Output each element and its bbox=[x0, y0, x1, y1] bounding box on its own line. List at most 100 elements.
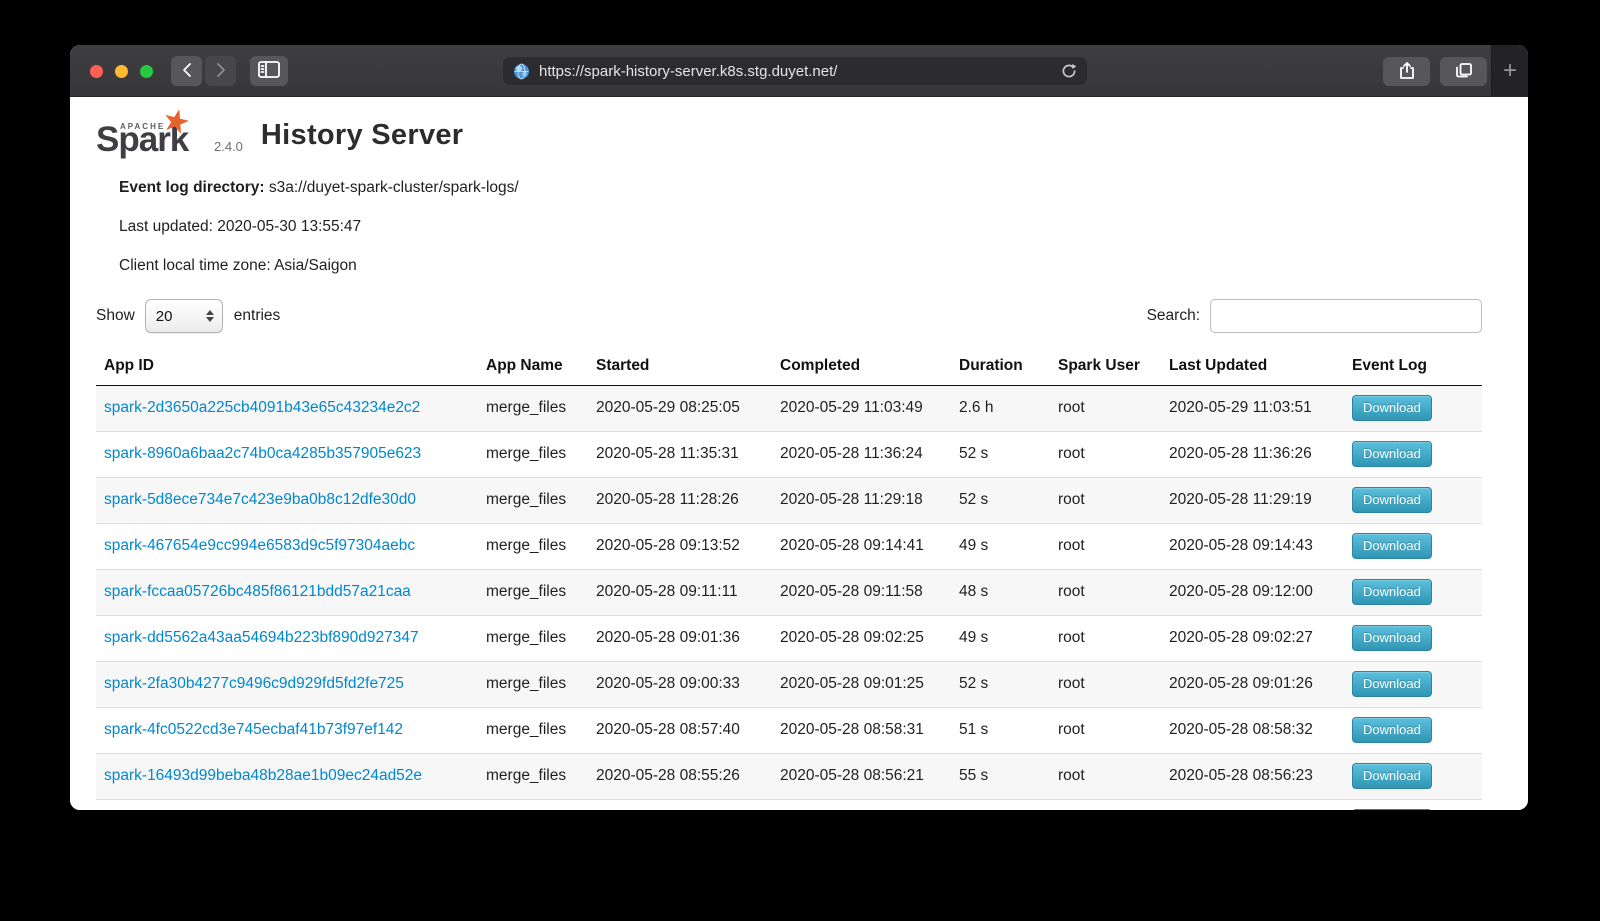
table-row: spark-5d8ece734e7c423e9ba0b8c12dfe30d0 me… bbox=[96, 478, 1482, 524]
cell-duration: 52 s bbox=[951, 432, 1050, 478]
download-button[interactable]: Download bbox=[1352, 487, 1432, 513]
close-window-button[interactable] bbox=[90, 65, 103, 78]
cell-completed: 2020-05-28 09:02:25 bbox=[772, 616, 951, 662]
new-tab-button[interactable]: + bbox=[1491, 45, 1528, 97]
table-header-row: App IDApp NameStartedCompletedDurationSp… bbox=[96, 350, 1482, 386]
cell-last-updated: 2020-05-28 09:14:43 bbox=[1161, 524, 1344, 570]
share-button[interactable] bbox=[1383, 57, 1430, 86]
spark-star-icon: ★ bbox=[158, 99, 195, 143]
table-row: spark-2fa30b4277c9496c9d929fd5fd2fe725me… bbox=[96, 662, 1482, 708]
back-button[interactable] bbox=[171, 56, 202, 86]
search-label: Search: bbox=[1147, 307, 1200, 325]
browser-titlebar: https://spark-history-server.k8s.stg.duy… bbox=[70, 45, 1528, 97]
cell-duration: 48 s bbox=[951, 570, 1050, 616]
reload-icon[interactable] bbox=[1061, 63, 1077, 79]
cell-app-id: spark-fccaa05726bc485f86121bdd57a21caa bbox=[96, 570, 478, 616]
last-updated-line: Last updated: 2020-05-30 13:55:47 bbox=[119, 218, 1528, 236]
forward-button[interactable] bbox=[205, 56, 236, 86]
download-button[interactable]: Download bbox=[1352, 441, 1432, 467]
cell-app-name: merge_files bbox=[478, 800, 588, 811]
column-header-app-id[interactable]: App ID bbox=[96, 350, 478, 386]
cell-duration: 55 s bbox=[951, 754, 1050, 800]
cell-last-updated: 2020-05-28 11:29:19 bbox=[1161, 478, 1344, 524]
entries-select[interactable]: 20 bbox=[145, 299, 223, 333]
table-row: spark-8960a6baa2c74b0ca4285b357905e623me… bbox=[96, 432, 1482, 478]
app-id-link[interactable]: spark-2d3650a225cb4091b43e65c43234e2c2 bbox=[104, 399, 420, 416]
event-log-directory-label: Event log directory: bbox=[119, 179, 265, 196]
cell-event-log: Download bbox=[1344, 524, 1482, 570]
column-header-duration[interactable]: Duration bbox=[951, 350, 1050, 386]
minimize-window-button[interactable] bbox=[115, 65, 128, 78]
cell-app-id: spark-4fc0522cd3e745ecbaf41b73f97ef142 bbox=[96, 708, 478, 754]
download-button[interactable]: Download bbox=[1352, 717, 1432, 743]
cell-spark-user: root bbox=[1050, 662, 1161, 708]
address-bar[interactable]: https://spark-history-server.k8s.stg.duy… bbox=[503, 57, 1087, 85]
cell-event-log: Download bbox=[1344, 386, 1482, 432]
cell-app-name: merge_files bbox=[478, 386, 588, 432]
app-id-link[interactable]: spark-8960a6baa2c74b0ca4285b357905e623 bbox=[104, 445, 421, 462]
chevron-left-icon bbox=[181, 62, 193, 81]
download-button[interactable]: Download bbox=[1352, 395, 1432, 421]
cell-started: 2020-05-29 08:25:05 bbox=[588, 386, 772, 432]
download-button[interactable]: Download bbox=[1352, 809, 1432, 810]
sidebar-toggle-button[interactable] bbox=[250, 56, 288, 86]
cell-duration: 49 s bbox=[951, 524, 1050, 570]
select-stepper-icon bbox=[206, 310, 214, 322]
cell-spark-user: root bbox=[1050, 386, 1161, 432]
column-header-event-log[interactable]: Event Log bbox=[1344, 350, 1482, 386]
app-id-link[interactable]: spark-2fa30b4277c9496c9d929fd5fd2fe725 bbox=[104, 675, 404, 692]
cell-started: 2020-05-28 09:00:33 bbox=[588, 662, 772, 708]
cell-app-name: merge_files bbox=[478, 478, 588, 524]
cell-app-id: spark-2d3650a225cb4091b43e65c43234e2c2 bbox=[96, 386, 478, 432]
entries-label: entries bbox=[234, 307, 281, 325]
cell-app-name: merge_files bbox=[478, 754, 588, 800]
timezone-line: Client local time zone: Asia/Saigon bbox=[119, 257, 1528, 275]
column-header-app-name[interactable]: App Name bbox=[478, 350, 588, 386]
cell-event-log: Download bbox=[1344, 754, 1482, 800]
cell-duration: 51 s bbox=[951, 708, 1050, 754]
cell-event-log: Download bbox=[1344, 616, 1482, 662]
cell-app-name: merge_files bbox=[478, 708, 588, 754]
tab-overview-button[interactable] bbox=[1440, 57, 1487, 86]
cell-started: 2020-05-28 08:54:10 bbox=[588, 800, 772, 811]
show-label: Show bbox=[96, 307, 135, 325]
download-button[interactable]: Download bbox=[1352, 671, 1432, 697]
cell-completed: 2020-05-29 11:03:49 bbox=[772, 386, 951, 432]
column-header-completed[interactable]: Completed bbox=[772, 350, 951, 386]
column-header-last-updated[interactable]: Last Updated bbox=[1161, 350, 1344, 386]
event-log-directory: Event log directory: s3a://duyet-spark-c… bbox=[119, 179, 1528, 197]
cell-app-id: spark-16493d99beba48b28ae1b09ec24ad52e bbox=[96, 754, 478, 800]
download-button[interactable]: Download bbox=[1352, 533, 1432, 559]
column-header-started[interactable]: Started bbox=[588, 350, 772, 386]
app-id-link[interactable]: spark-16493d99beba48b28ae1b09ec24ad52e bbox=[104, 767, 422, 784]
cell-last-updated: 2020-05-28 11:36:26 bbox=[1161, 432, 1344, 478]
cell-started: 2020-05-28 08:57:40 bbox=[588, 708, 772, 754]
app-id-link[interactable]: spark-467654e9cc994e6583d9c5f97304aebc bbox=[104, 537, 415, 554]
zoom-window-button[interactable] bbox=[140, 65, 153, 78]
cell-started: 2020-05-28 08:55:26 bbox=[588, 754, 772, 800]
table-row: spark-4fc0522cd3e745ecbaf41b73f97ef142 me… bbox=[96, 708, 1482, 754]
app-id-link[interactable]: spark-dd5562a43aa54694b223bf890d927347 bbox=[104, 629, 419, 646]
app-id-link[interactable]: spark-fccaa05726bc485f86121bdd57a21caa bbox=[104, 583, 411, 600]
cell-last-updated: 2020-05-28 08:58:32 bbox=[1161, 708, 1344, 754]
app-id-link[interactable]: spark-4fc0522cd3e745ecbaf41b73f97ef142 bbox=[104, 721, 403, 738]
cell-completed: 2020-05-28 08:55:28 bbox=[772, 800, 951, 811]
cell-event-log: Download bbox=[1344, 800, 1482, 811]
search-input[interactable] bbox=[1210, 299, 1482, 333]
cell-event-log: Download bbox=[1344, 708, 1482, 754]
app-id-link[interactable]: spark-5d8ece734e7c423e9ba0b8c12dfe30d0 bbox=[104, 491, 416, 508]
cell-started: 2020-05-28 09:13:52 bbox=[588, 524, 772, 570]
cell-event-log: Download bbox=[1344, 478, 1482, 524]
column-header-spark-user[interactable]: Spark User bbox=[1050, 350, 1161, 386]
cell-spark-user: root bbox=[1050, 800, 1161, 811]
chevron-right-icon bbox=[215, 62, 227, 81]
sidebar-icon bbox=[258, 61, 280, 81]
table-row: spark-dd5562a43aa54694b223bf890d927347me… bbox=[96, 616, 1482, 662]
cell-event-log: Download bbox=[1344, 432, 1482, 478]
cell-duration: 1.3 min bbox=[951, 800, 1050, 811]
cell-completed: 2020-05-28 11:36:24 bbox=[772, 432, 951, 478]
download-button[interactable]: Download bbox=[1352, 579, 1432, 605]
download-button[interactable]: Download bbox=[1352, 625, 1432, 651]
download-button[interactable]: Download bbox=[1352, 763, 1432, 789]
cell-app-id: spark-8960a6baa2c74b0ca4285b357905e623 bbox=[96, 432, 478, 478]
